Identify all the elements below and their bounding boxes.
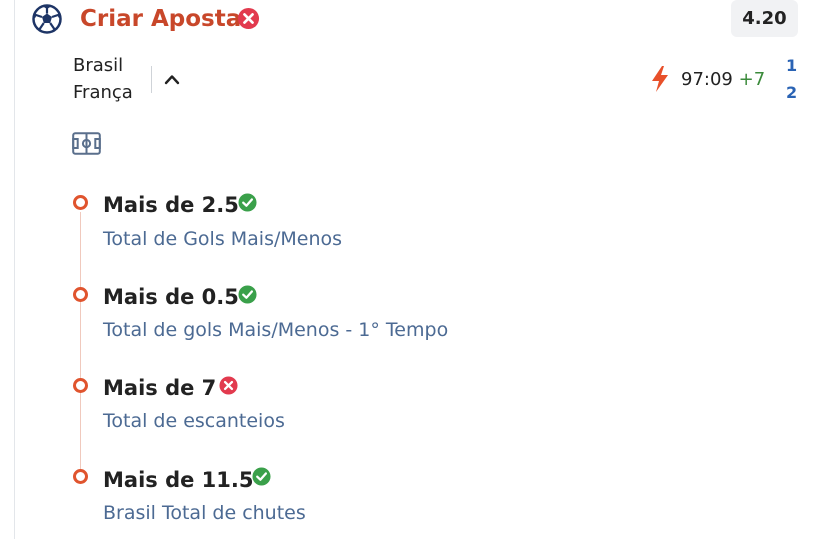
timeline-dot xyxy=(73,195,88,210)
selection-title: Mais de 2.5 xyxy=(103,193,239,217)
check-circle-icon xyxy=(252,467,271,486)
timeline-dot xyxy=(73,469,88,484)
check-circle-icon xyxy=(238,285,257,304)
away-score: 2 xyxy=(786,83,798,102)
selection-market: Total de gols Mais/Menos - 1° Tempo xyxy=(103,319,449,341)
timeline-dot xyxy=(73,287,88,302)
check-circle-icon xyxy=(238,193,257,212)
soccer-field-icon[interactable] xyxy=(72,132,101,155)
selections-timeline xyxy=(80,212,81,477)
selection-market: Brasil Total de chutes xyxy=(103,502,306,524)
selection-title: Mais de 7 xyxy=(103,376,217,400)
selection-title: Mais de 11.5 xyxy=(103,468,254,492)
timeline-dot xyxy=(73,378,88,393)
selection-market: Total de escanteios xyxy=(103,410,285,432)
selection-item: Mais de 11.5 Brasil Total de chutes xyxy=(0,0,828,524)
selection-title: Mais de 0.5 xyxy=(103,285,239,309)
close-circle-icon xyxy=(219,376,238,395)
selection-market: Total de Gols Mais/Menos xyxy=(103,228,343,250)
away-team-name: França xyxy=(73,82,133,103)
